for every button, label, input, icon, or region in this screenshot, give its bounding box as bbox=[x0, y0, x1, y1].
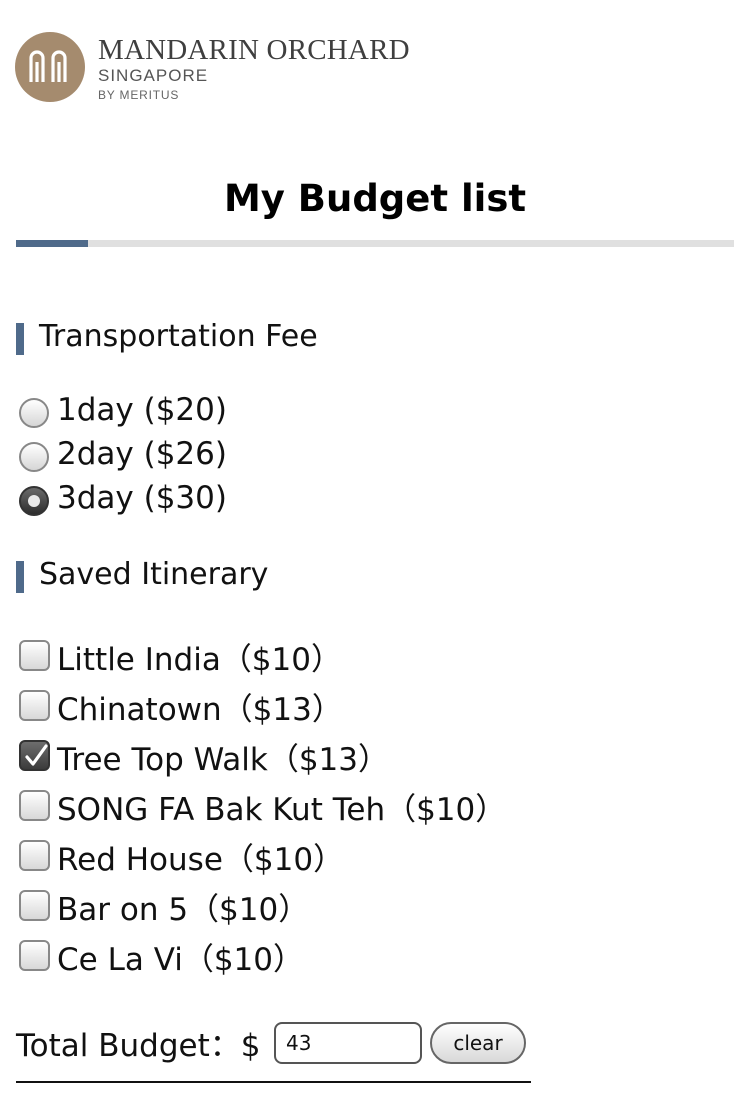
checkbox-tree-top-walk[interactable] bbox=[19, 740, 50, 771]
logo-byline: BY MERITUS bbox=[98, 88, 180, 102]
radio-3day[interactable] bbox=[19, 486, 49, 516]
checkbox-bar-on-5[interactable] bbox=[19, 890, 50, 921]
transportation-heading-text: Transportation Fee bbox=[39, 319, 318, 354]
itinerary-item-label[interactable]: Tree Top Walk（$13） bbox=[57, 734, 389, 779]
itinerary-item-label[interactable]: SONG FA Bak Kut Teh（$10） bbox=[57, 784, 506, 829]
radio-2day[interactable] bbox=[19, 442, 49, 472]
total-budget-label: Total Budget：$ bbox=[16, 1028, 261, 1064]
itinerary-heading-text: Saved Itinerary bbox=[39, 557, 269, 592]
checkbox-red-house[interactable] bbox=[19, 840, 50, 871]
checkbox-song-fa[interactable] bbox=[19, 790, 50, 821]
logo-city: SINGAPORE bbox=[98, 66, 209, 85]
radio-1day[interactable] bbox=[19, 398, 49, 428]
transport-option-label[interactable]: 1day ($20) bbox=[57, 392, 227, 428]
section-marker bbox=[16, 561, 24, 593]
transport-option-label[interactable]: 3day ($30) bbox=[57, 480, 227, 516]
itinerary-item-label[interactable]: Red House（$10） bbox=[57, 834, 344, 879]
itinerary-item-label[interactable]: Bar on 5（$10） bbox=[57, 884, 309, 929]
itinerary-item-label[interactable]: Ce La Vi（$10） bbox=[57, 934, 304, 979]
page-title: My Budget list bbox=[223, 177, 527, 220]
logo-emblem-icon bbox=[15, 32, 85, 102]
checkbox-little-india[interactable] bbox=[19, 640, 50, 671]
title-divider-accent bbox=[16, 240, 88, 247]
itinerary-item-label[interactable]: Chinatown（$13） bbox=[57, 684, 343, 729]
transport-option-label[interactable]: 2day ($26) bbox=[57, 436, 227, 472]
itinerary-item-label[interactable]: Little India（$10） bbox=[57, 634, 342, 679]
checkbox-ce-la-vi[interactable] bbox=[19, 940, 50, 971]
title-divider bbox=[16, 240, 734, 247]
logo-name: MANDARIN ORCHARD bbox=[98, 34, 410, 66]
total-budget-input[interactable] bbox=[274, 1022, 422, 1064]
bottom-divider bbox=[16, 1081, 531, 1083]
clear-button[interactable]: clear bbox=[430, 1022, 526, 1064]
checkmark-icon bbox=[25, 744, 48, 766]
checkbox-chinatown[interactable] bbox=[19, 690, 50, 721]
section-marker bbox=[16, 323, 24, 355]
